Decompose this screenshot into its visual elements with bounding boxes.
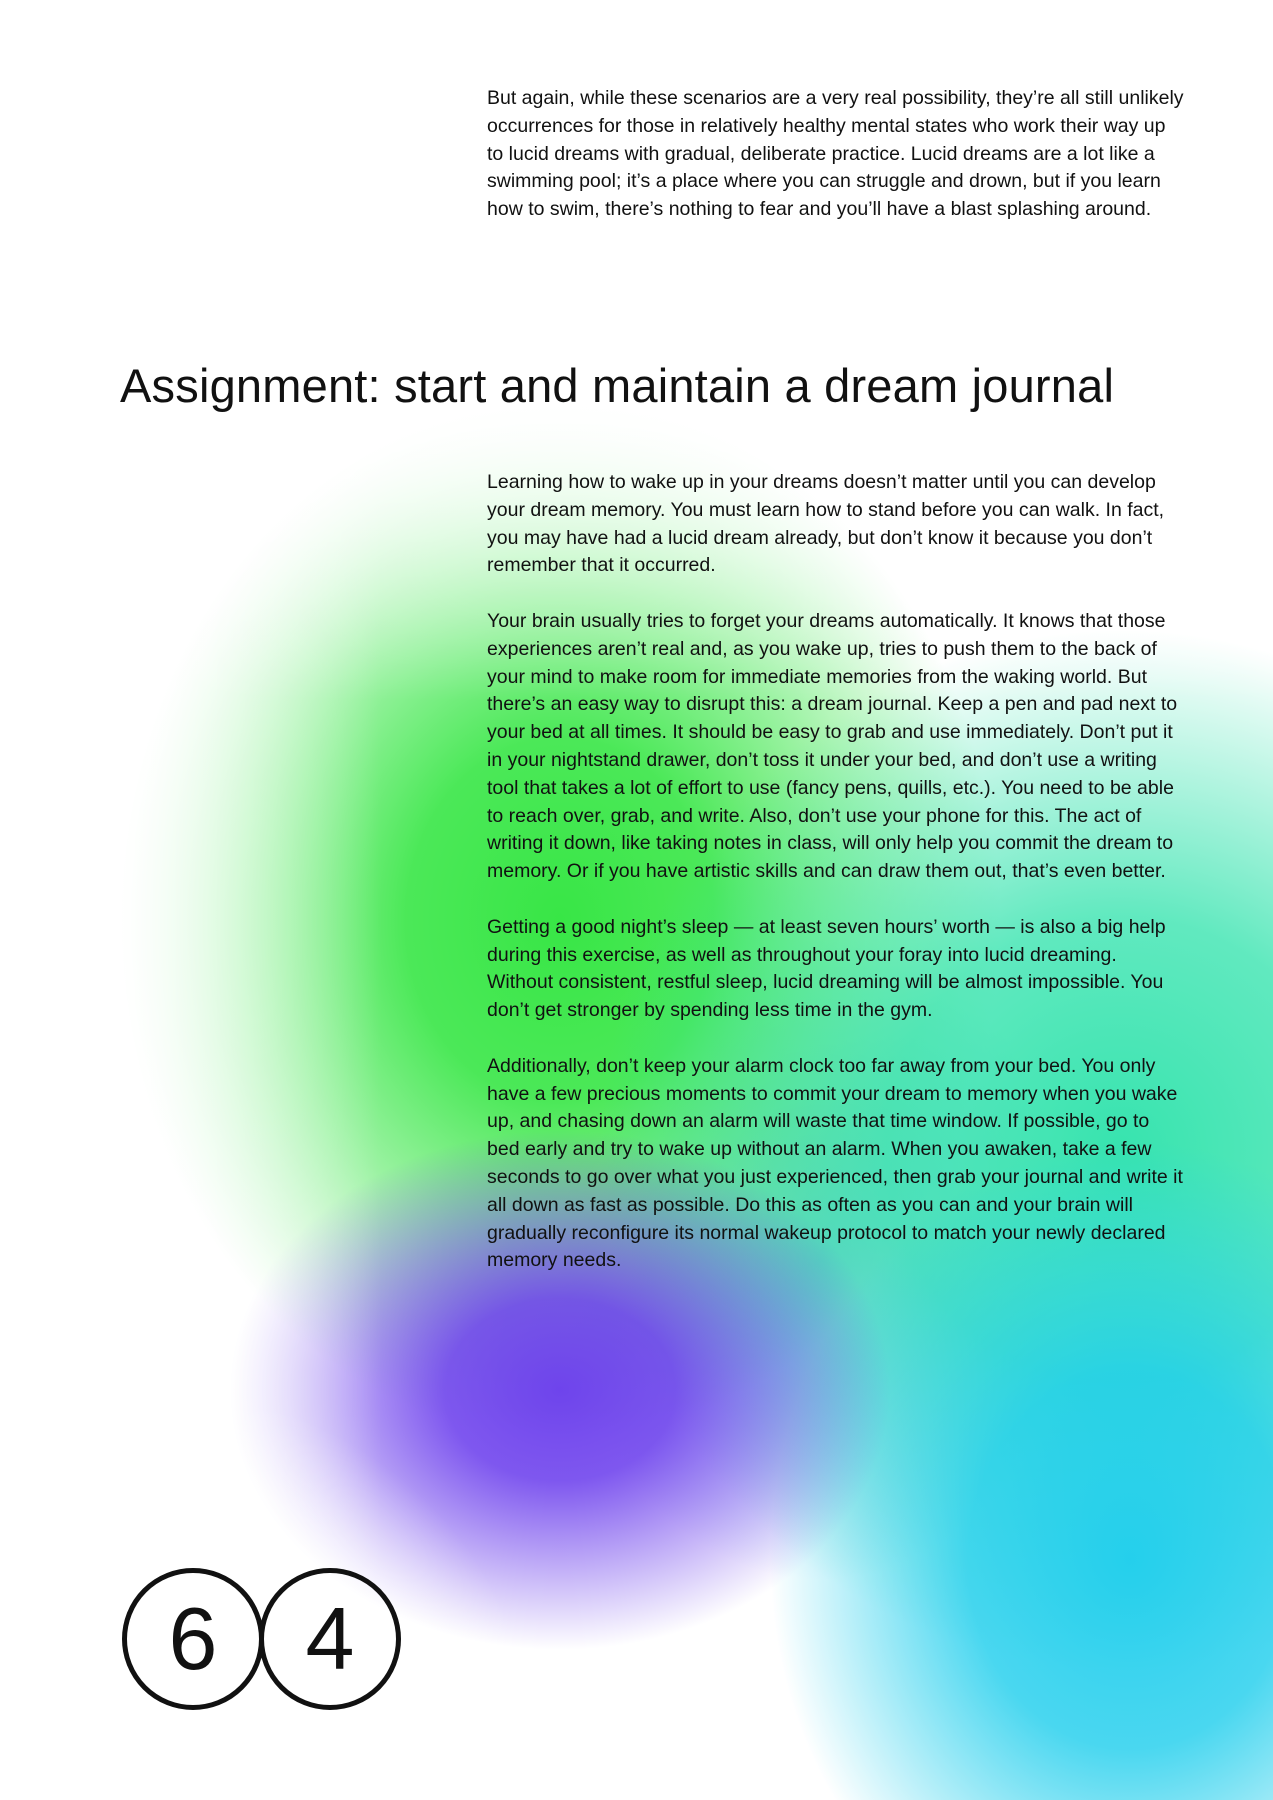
- body-text: Learning how to wake up in your dreams d…: [487, 469, 1187, 1303]
- section-heading: Assignment: start and maintain a dream j…: [120, 359, 1115, 412]
- page-number-digit: 4: [259, 1568, 401, 1710]
- body-paragraph: Learning how to wake up in your dreams d…: [487, 471, 1165, 577]
- intro-paragraph: But again, while these scenarios are a v…: [487, 87, 1184, 221]
- body-paragraph: Additionally, don’t keep your alarm cloc…: [487, 1054, 1183, 1272]
- page-number: 6 4: [122, 1568, 401, 1710]
- body-paragraph: Your brain usually tries to forget your …: [487, 609, 1178, 883]
- body-paragraph: Getting a good night’s sleep — at least …: [487, 915, 1166, 1022]
- document-page: But again, while these scenarios are a v…: [0, 0, 1273, 1800]
- page-number-digit: 6: [122, 1568, 264, 1710]
